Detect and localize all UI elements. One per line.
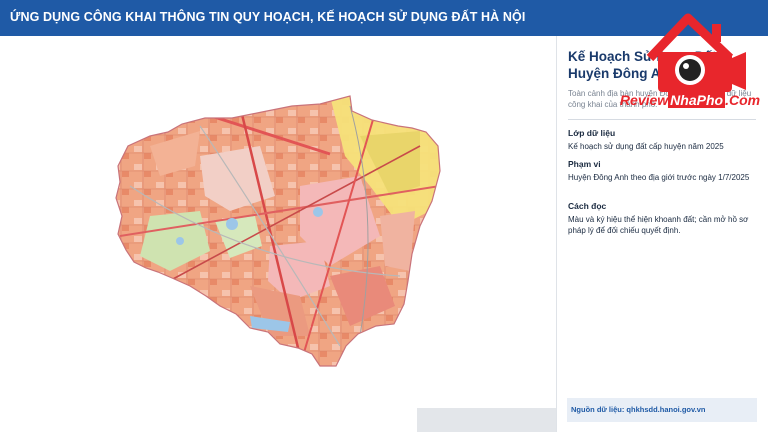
source-link[interactable]: Nguồn dữ liệu: qhkhsdd.hanoi.gov.vn [571, 405, 705, 414]
source-box: Nguồn dữ liệu: qhkhsdd.hanoi.gov.vn [567, 398, 757, 422]
district-map[interactable] [0, 36, 556, 432]
reading-label: Cách đọc [568, 201, 607, 211]
logo-wordmark: Review NhaPho .Com [619, 92, 761, 108]
layer-value: Kế hoạch sử dụng đất cấp huyện năm 2025 [568, 142, 724, 151]
scope-value: Huyện Đông Anh theo địa giới trước ngày … [568, 173, 750, 182]
watermark-logo: Review NhaPho .Com [614, 12, 766, 112]
layer-label: Lớp dữ liệu [568, 128, 616, 138]
app-title: ỨNG DỤNG CÔNG KHAI THÔNG TIN QUY HOẠCH, … [10, 10, 526, 24]
house-camera-icon [646, 13, 746, 92]
scope-label: Phạm vi [568, 159, 601, 169]
land-use-layer [116, 96, 440, 366]
map-view[interactable] [0, 36, 556, 432]
reading-value: Màu và ký hiệu thể hiện khoanh đất; cần … [568, 215, 749, 235]
panel-divider-line [568, 119, 756, 120]
map-footer-strip [417, 408, 556, 432]
